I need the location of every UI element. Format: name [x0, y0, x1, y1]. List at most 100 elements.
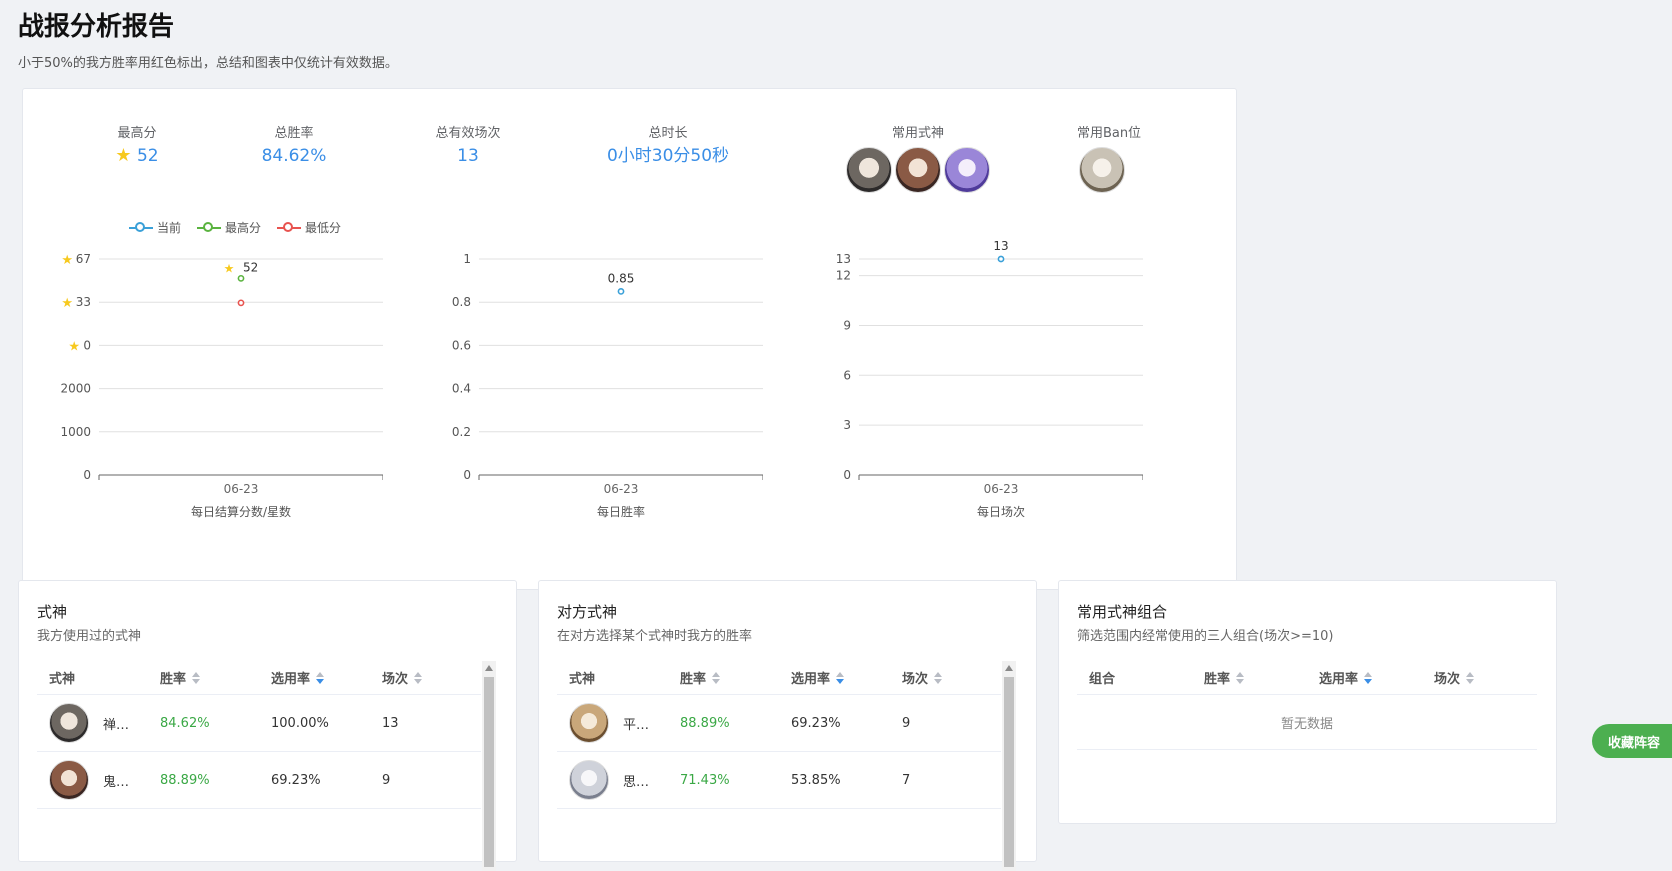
- max-score-point: [237, 274, 245, 282]
- y-tick-label: 33: [76, 295, 91, 309]
- y-tick-label: 3: [843, 418, 851, 432]
- stat-common-shikigami: 常用式神: [843, 125, 993, 193]
- matches-chart: 0 3 6 9 12 13 06-23 每日场次 13: [836, 239, 1143, 519]
- min-score-point: [237, 299, 245, 307]
- panel-subtitle: 在对方选择某个式神时我方的胜率: [557, 629, 753, 644]
- y-tick-label: 9: [843, 318, 851, 332]
- table-row[interactable]: 思… 71.43% 53.85% 7: [557, 752, 1001, 809]
- y-tick-label: 0: [843, 468, 851, 482]
- matches-point: [997, 255, 1005, 263]
- valid-matches-value: 13: [457, 146, 479, 166]
- sort-icon[interactable]: [712, 671, 721, 684]
- table-scrollbar[interactable]: [482, 661, 496, 871]
- y-tick-label: 67: [76, 252, 91, 266]
- col-shikigami: 式神: [49, 672, 76, 687]
- stat-valid-matches: 总有效场次 13: [413, 125, 523, 167]
- shikigami-avatar-1[interactable]: [846, 147, 892, 193]
- combos-panel: 常用式神组合 筛选范围内经常使用的三人组合(场次>=10) 组合 胜率 选用率 …: [1058, 580, 1557, 824]
- y-tick-label: 0: [83, 468, 91, 482]
- table-header: 组合 胜率 选用率 场次: [1077, 661, 1537, 695]
- y-tick-label: 12: [836, 269, 851, 283]
- col-pick-rate[interactable]: 选用率: [779, 668, 890, 687]
- sort-icon[interactable]: [192, 671, 201, 684]
- x-tick-label: 06-23: [984, 482, 1019, 496]
- sort-icon[interactable]: [1364, 671, 1373, 684]
- panel-subtitle: 筛选范围内经常使用的三人组合(场次>=10): [1077, 629, 1334, 644]
- sort-icon[interactable]: [1466, 671, 1475, 684]
- sort-icon[interactable]: [934, 671, 943, 684]
- stat-label: 最高分: [117, 126, 157, 141]
- shikigami-avatar: [49, 760, 89, 800]
- ban-avatar-1[interactable]: [1079, 147, 1125, 193]
- col-win-rate[interactable]: 胜率: [148, 668, 259, 687]
- favorite-lineup-button[interactable]: 收藏阵容: [1592, 724, 1672, 758]
- col-combo: 组合: [1089, 672, 1116, 687]
- data-label: 13: [993, 239, 1008, 253]
- page-subtitle: 小于50%的我方胜率用红色标出，总结和图表中仅统计有效数据。: [18, 56, 398, 71]
- my-shikigami-panel: 式神 我方使用过的式神 式神 胜率 选用率 场次 禅… 84.62% 100.0…: [18, 580, 517, 871]
- y-tick-label: 0.8: [452, 295, 471, 309]
- combos-table: 组合 胜率 选用率 场次 暂无数据: [1077, 661, 1537, 750]
- panel-title: 常用式神组合: [1077, 603, 1168, 621]
- panel-subtitle: 我方使用过的式神: [37, 629, 142, 644]
- enemy-shikigami-table: 式神 胜率 选用率 场次 平… 88.89% 69.23% 9 思… 71.43…: [557, 661, 1001, 809]
- stat-win-rate: 总胜率 84.62%: [239, 125, 349, 167]
- sort-icon[interactable]: [836, 671, 845, 684]
- panel-title: 式神: [37, 603, 68, 621]
- table-header: 式神 胜率 选用率 场次: [557, 661, 1001, 695]
- stat-max-score: 最高分 ★ 52: [87, 125, 187, 167]
- table-row[interactable]: 鬼… 88.89% 69.23% 9: [37, 752, 481, 809]
- chart-title: 每日结算分数/星数: [191, 504, 291, 519]
- shikigami-avatar: [49, 703, 89, 743]
- summary-card: 最高分 ★ 52 总胜率 84.62% 总有效场次 13 总时长 0小时30分5…: [22, 88, 1237, 590]
- stat-value: ★ 52: [87, 145, 187, 167]
- y-tick-label: 13: [836, 252, 851, 266]
- star-icon: ★: [61, 253, 73, 268]
- y-tick-label: 0: [83, 338, 91, 352]
- page-title: 战报分析报告: [18, 12, 175, 42]
- table-scrollbar[interactable]: [1002, 661, 1016, 871]
- y-tick-label: 0.2: [452, 425, 471, 439]
- col-win-rate[interactable]: 胜率: [1192, 668, 1307, 687]
- stat-label: 总时长: [648, 126, 688, 141]
- col-count[interactable]: 场次: [1422, 668, 1537, 687]
- table-row[interactable]: 禅… 84.62% 100.00% 13: [37, 695, 481, 752]
- y-tick-label: 1: [463, 252, 471, 266]
- panel-title: 对方式神: [557, 603, 618, 621]
- y-tick-label: 0: [463, 468, 471, 482]
- max-score-value: 52: [136, 146, 159, 166]
- col-shikigami: 式神: [569, 672, 596, 687]
- col-win-rate[interactable]: 胜率: [668, 668, 779, 687]
- stat-label: 总胜率: [274, 126, 314, 141]
- win-rate-chart: 0 0.2 0.4 0.6 0.8 1 06-23 每日胜率 0.85: [452, 252, 763, 519]
- sort-icon[interactable]: [316, 671, 325, 684]
- data-label: 0.85: [608, 271, 635, 285]
- col-pick-rate[interactable]: 选用率: [1307, 668, 1422, 687]
- y-tick-label: 2000: [60, 382, 91, 396]
- stat-common-ban: 常用Ban位: [1069, 125, 1149, 193]
- sort-icon[interactable]: [414, 671, 423, 684]
- win-rate-point: [617, 288, 625, 295]
- table-header: 式神 胜率 选用率 场次: [37, 661, 481, 695]
- shikigami-avatar-3[interactable]: [944, 147, 990, 193]
- table-row[interactable]: 平… 88.89% 69.23% 9: [557, 695, 1001, 752]
- score-chart: 67★33★0★20001000006-23每日结算分数/星数★ 52: [60, 252, 383, 519]
- star-icon: ★: [224, 261, 235, 275]
- sort-icon[interactable]: [1236, 671, 1245, 684]
- col-pick-rate[interactable]: 选用率: [259, 668, 370, 687]
- shikigami-avatar: [569, 703, 609, 743]
- col-count[interactable]: 场次: [890, 668, 1001, 687]
- stat-total-time: 总时长 0小时30分50秒: [583, 125, 753, 167]
- shikigami-avatar-2[interactable]: [895, 147, 941, 193]
- stat-label: 常用Ban位: [1076, 126, 1142, 141]
- x-tick-label: 06-23: [224, 482, 259, 496]
- col-count[interactable]: 场次: [370, 668, 481, 687]
- data-label: 52: [243, 260, 258, 274]
- stat-label: 总有效场次: [435, 126, 501, 141]
- chart-title: 每日胜率: [597, 504, 645, 519]
- star-icon: ★: [61, 296, 73, 311]
- stat-label: 常用式神: [891, 126, 944, 141]
- y-tick-label: 0.4: [452, 382, 471, 396]
- y-tick-label: 0.6: [452, 338, 471, 352]
- enemy-shikigami-panel: 对方式神 在对方选择某个式神时我方的胜率 式神 胜率 选用率 场次 平… 88.…: [538, 580, 1037, 871]
